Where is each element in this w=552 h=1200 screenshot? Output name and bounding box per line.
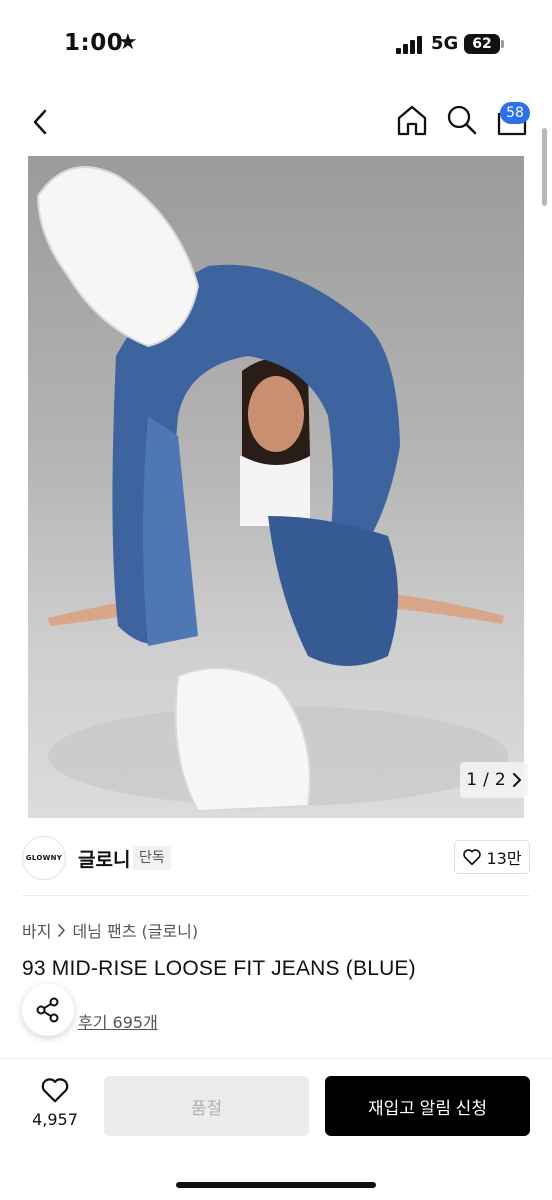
review-link[interactable]: 후기 695개 (78, 1009, 158, 1033)
header (0, 92, 552, 152)
brand-logo-text: GLOWNY (25, 854, 63, 862)
breadcrumb-category[interactable]: 바지 (22, 918, 51, 942)
status-bar: 1:00 ★ 5G 62 (0, 0, 552, 88)
scrollbar-thumb[interactable] (542, 128, 547, 206)
network-type: 5G (431, 33, 459, 54)
image-counter[interactable]: 1 / 2 (460, 762, 528, 798)
star-icon: ★ (118, 30, 138, 55)
image-counter-total: 2 (494, 770, 506, 790)
brand-name[interactable]: 글로니 (78, 845, 130, 872)
chevron-right-icon (58, 923, 66, 937)
exclusive-badge: 단독 (133, 846, 171, 870)
brand-logo[interactable]: GLOWNY (22, 836, 66, 880)
share-icon (36, 997, 59, 1023)
home-button[interactable] (394, 102, 430, 138)
search-button[interactable] (444, 102, 480, 138)
chevron-left-icon (33, 109, 47, 135)
restock-alert-button[interactable]: 재입고 알림 신청 (325, 1076, 530, 1136)
battery-tip (501, 40, 504, 48)
product-photo (36, 166, 508, 813)
image-counter-separator: / (483, 770, 489, 790)
chevron-right-icon (512, 773, 521, 787)
heart-icon (41, 1078, 69, 1103)
heart-icon (463, 849, 482, 866)
divider (0, 1058, 552, 1059)
home-indicator (176, 1182, 376, 1188)
battery-icon: 62 (464, 34, 500, 54)
back-button[interactable] (24, 104, 56, 140)
soldout-button[interactable]: 품절 (104, 1076, 309, 1136)
share-button[interactable] (22, 984, 74, 1036)
wishlist-button[interactable]: 4,957 (22, 1076, 88, 1136)
brand-like-button[interactable]: 13만 (454, 840, 530, 874)
breadcrumb-subcategory[interactable]: 데님 팬츠 (글로니) (72, 918, 198, 942)
signal-icon (396, 36, 424, 54)
cart-count-badge: 58 (500, 102, 530, 124)
search-icon (447, 105, 477, 135)
product-title: 93 MID-RISE LOOSE FIT JEANS (BLUE) (22, 957, 416, 980)
divider (22, 895, 530, 896)
wishlist-count: 4,957 (32, 1110, 78, 1129)
status-time: 1:00 (64, 30, 124, 56)
brand-like-count: 13만 (486, 849, 522, 868)
image-counter-current: 1 (466, 770, 478, 790)
home-icon (397, 105, 427, 136)
product-image[interactable] (28, 156, 524, 818)
breadcrumb: 바지 데님 팬츠 (글로니) (22, 918, 198, 942)
